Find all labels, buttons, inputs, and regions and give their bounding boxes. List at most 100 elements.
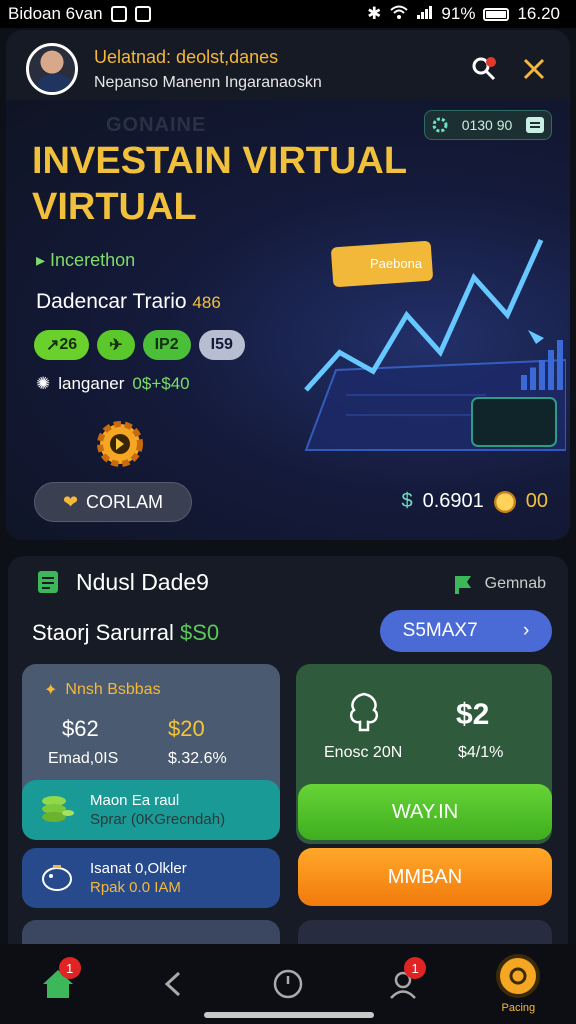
close-button[interactable] [516, 51, 552, 87]
hero-banner: GONAINE 0130 90 INVESTAIN VIRTUAL VIRTUA… [6, 100, 570, 540]
section-subtitle-value: $S0 [179, 620, 220, 645]
hero-ghost-text: GONAINE [106, 114, 207, 136]
status-right: ✱ 91% 16.20 [367, 4, 560, 25]
section-title: Ndusl Dade9 [76, 568, 209, 595]
heart-icon: ❤ [62, 491, 79, 512]
card-left-sub-2: $.32.6% [168, 750, 227, 767]
status-time: 16.20 [517, 4, 560, 23]
plane-icon: ✈ [109, 337, 123, 354]
section-right[interactable]: Gemnab [451, 572, 546, 596]
chart-bar [530, 367, 536, 390]
status-left: Bidoan 6van [8, 4, 151, 24]
section-right-label: Gemnab [484, 575, 546, 592]
card-left-title: ✦ Nnsh Bsbbas [44, 680, 161, 700]
header-subtitle: Nepanso Manenn Ingaranaoskn [94, 73, 322, 91]
home-indicator[interactable] [204, 1012, 374, 1018]
pacing-label: Pacing [501, 1002, 536, 1014]
wayin-button[interactable]: WAY.IN [298, 784, 552, 840]
piggy-row[interactable]: Isanat 0,Olkler Rpak 0.0 IAM [22, 848, 280, 908]
dashboard-section: Ndusl Dade9 Gemnab Staorj Sarurral $S0 S… [8, 556, 568, 956]
search-button[interactable] [466, 51, 502, 87]
corlam-label: CORLAM [86, 491, 164, 512]
card-left-value-2: $20 [168, 716, 205, 741]
hero-trade: Dadencar Trario 486 [36, 290, 221, 314]
coin-icon: ✺ [36, 374, 51, 393]
corlam-button[interactable]: ❤ CORLAM [34, 482, 192, 522]
gear-icon [432, 117, 448, 133]
coins-row-line-2: Sprar (0KGrecndah) [90, 811, 226, 828]
semax-button[interactable]: S5MAX7 › [380, 610, 552, 652]
status-carrier: Bidoan 6van [8, 4, 103, 23]
chart-bar [521, 375, 527, 390]
close-icon [523, 58, 545, 80]
home-badge: 1 [58, 957, 81, 979]
header-text: Uelatnad: deolst,danes Nepanso Manenn In… [94, 47, 452, 92]
battery-percent: 91% [441, 4, 476, 23]
hero-tag-text: Incerethon [50, 250, 136, 270]
trade-value: 486 [192, 293, 221, 312]
hero-lang: ✺ langaner 0$+$40 [36, 374, 190, 394]
header-title: Uelatnad: deolst,danes [94, 46, 279, 67]
piggy-bank-icon [42, 865, 72, 891]
hero-badge[interactable]: 0130 90 [424, 110, 552, 140]
settings-gear-icon[interactable] [92, 416, 148, 477]
coins-row-line-1: Maon Ea raul [90, 792, 180, 809]
pacing-icon [496, 954, 541, 998]
hero-title: INVESTAIN VIRTUAL VIRTUAL [32, 140, 407, 228]
card-right-value: $2 [456, 698, 490, 731]
menu-icon [525, 117, 544, 133]
chip-3[interactable]: IP2 [142, 330, 191, 360]
chip-1[interactable]: ↗ 26 [34, 330, 90, 360]
tree-icon [349, 692, 379, 732]
battery-icon [483, 7, 510, 21]
chart-legend-card [471, 397, 557, 447]
coins-row[interactable]: Maon Ea raul Sprar (0KGrecndah) [22, 780, 280, 840]
bluetooth-icon: ✱ [367, 4, 382, 23]
app-header: Uelatnad: deolst,danes Nepanso Manenn In… [6, 30, 570, 108]
balance-value: 0.6901 [422, 490, 484, 512]
nav-home[interactable]: 1 [23, 949, 93, 1019]
status-bar: Bidoan 6van ✱ 91% 16.20 [0, 0, 576, 28]
piggy-row-line-2: Rpak 0.0 IAM [90, 879, 181, 896]
chart-bar [557, 340, 563, 390]
hero-tag: ▸ Incerethon [36, 250, 136, 270]
wifi-icon [389, 4, 409, 25]
trade-label: Dadencar Trario [36, 290, 187, 313]
mmban-button[interactable]: MMBAN [298, 848, 552, 906]
lang-value: 0$+$40 [132, 374, 190, 393]
chip-4[interactable]: I 59 [198, 330, 245, 360]
nav-pacing[interactable]: Pacing [483, 949, 553, 1019]
chart-arrowhead [528, 330, 544, 344]
clock-icon [273, 969, 303, 999]
section-subtitle-text: Staorj Sarurral [32, 620, 174, 645]
coins-row-text: Maon Ea raul Sprar (0KGrecndah) [90, 791, 225, 829]
card-left-sub-1: Emad,0IS [48, 750, 119, 767]
app-notification-icon [134, 6, 151, 22]
lang-label: langaner [58, 374, 125, 393]
hero-chips: ↗ 26 ✈ IP2 I 59 [34, 330, 245, 360]
hero-balance: $ 0.6901 00 [401, 490, 548, 513]
chip-2[interactable]: ✈ [97, 330, 135, 360]
chart-bar [548, 350, 554, 390]
nav-clock[interactable] [253, 949, 323, 1019]
search-icon [472, 57, 496, 81]
document-icon [38, 571, 58, 593]
growth-chart [304, 238, 566, 451]
chip-4-label: 59 [215, 336, 233, 353]
flag-icon [454, 576, 471, 594]
coins-stack-icon [42, 796, 74, 822]
chevron-right-icon: › [523, 620, 530, 641]
card-right-sub-1: Enosc 20N [324, 744, 403, 761]
coins-value: 00 [525, 490, 548, 512]
piggy-row-line-1: Isanat 0,Olkler [90, 860, 187, 877]
avatar[interactable] [26, 43, 78, 95]
chart-bar [539, 360, 545, 390]
nav-back[interactable] [138, 949, 208, 1019]
nav-notifications[interactable]: 1 [368, 949, 438, 1019]
card-right-sub-2: $4/1% [458, 744, 504, 761]
card-left-value-1: $62 [62, 716, 99, 741]
trophy-icon: ✦ [44, 682, 58, 699]
signal-icon [417, 4, 433, 24]
hero-badge-value: 0130 90 [461, 117, 513, 133]
section-header: Ndusl Dade9 [34, 568, 209, 596]
